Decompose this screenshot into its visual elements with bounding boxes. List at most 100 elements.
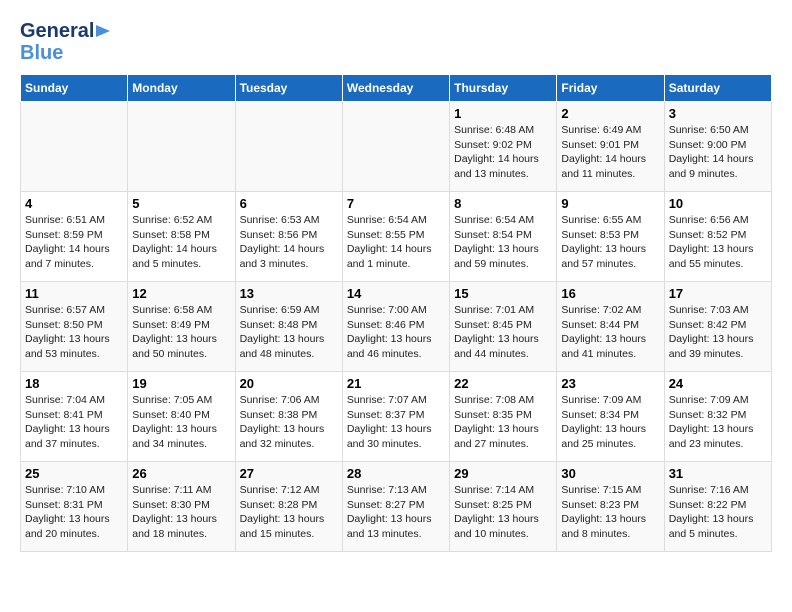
calendar-header: SundayMondayTuesdayWednesdayThursdayFrid… <box>21 75 772 102</box>
calendar-cell: 24Sunrise: 7:09 AM Sunset: 8:32 PM Dayli… <box>664 372 771 462</box>
day-number: 28 <box>347 466 445 481</box>
calendar-cell: 26 Sunrise: 7:11 AM Sunset: 8:30 PM Dayli… <box>128 462 235 552</box>
day-info: Sunrise: 6:55 AM Sunset: 8:53 PM Dayligh… <box>561 213 659 272</box>
day-info: Sunrise: 7:12 AM Sunset: 8:28 PM Dayligh… <box>240 483 338 542</box>
day-info: Sunrise: 6:53 AM Sunset: 8:56 PM Dayligh… <box>240 213 338 272</box>
page-header: General Blue <box>20 20 772 64</box>
day-number: 23 <box>561 376 659 391</box>
day-number: 20 <box>240 376 338 391</box>
header-day-thursday: Thursday <box>450 75 557 102</box>
logo-blue: Blue <box>20 42 116 64</box>
day-number: 26 <box>132 466 230 481</box>
day-number: 12 <box>132 286 230 301</box>
day-info: Sunrise: 6:49 AM Sunset: 9:01 PM Dayligh… <box>561 123 659 182</box>
day-number: 18 <box>25 376 123 391</box>
day-info: Sunrise: 7:02 AM Sunset: 8:44 PM Dayligh… <box>561 303 659 362</box>
day-number: 27 <box>240 466 338 481</box>
day-number: 6 <box>240 196 338 211</box>
calendar-cell: 6 Sunrise: 6:53 AM Sunset: 8:56 PM Daylig… <box>235 192 342 282</box>
day-number: 16 <box>561 286 659 301</box>
day-number: 9 <box>561 196 659 211</box>
calendar-cell: 3 Sunrise: 6:50 AM Sunset: 9:00 PM Daylig… <box>664 102 771 192</box>
calendar-week-4: 18 Sunrise: 7:04 AM Sunset: 8:41 PM Dayli… <box>21 372 772 462</box>
calendar-cell: 4 Sunrise: 6:51 AM Sunset: 8:59 PM Daylig… <box>21 192 128 282</box>
calendar-cell <box>128 102 235 192</box>
day-info: Sunrise: 7:15 AM Sunset: 8:23 PM Dayligh… <box>561 483 659 542</box>
day-info: Sunrise: 6:57 AM Sunset: 8:50 PM Dayligh… <box>25 303 123 362</box>
day-info: Sunrise: 6:59 AM Sunset: 8:48 PM Dayligh… <box>240 303 338 362</box>
day-info: Sunrise: 7:13 AM Sunset: 8:27 PM Dayligh… <box>347 483 445 542</box>
day-number: 15 <box>454 286 552 301</box>
day-info: Sunrise: 7:05 AM Sunset: 8:40 PM Dayligh… <box>132 393 230 452</box>
day-info: Sunrise: 7:00 AM Sunset: 8:46 PM Dayligh… <box>347 303 445 362</box>
calendar-cell: 29 Sunrise: 7:14 AM Sunset: 8:25 PM Dayli… <box>450 462 557 552</box>
day-info: Sunrise: 6:52 AM Sunset: 8:58 PM Dayligh… <box>132 213 230 272</box>
calendar-cell: 10Sunrise: 6:56 AM Sunset: 8:52 PM Dayli… <box>664 192 771 282</box>
day-info: Sunrise: 7:11 AM Sunset: 8:30 PM Dayligh… <box>132 483 230 542</box>
day-info: Sunrise: 7:04 AM Sunset: 8:41 PM Dayligh… <box>25 393 123 452</box>
calendar-week-1: 1 Sunrise: 6:48 AM Sunset: 9:02 PM Daylig… <box>21 102 772 192</box>
calendar-cell: 11 Sunrise: 6:57 AM Sunset: 8:50 PM Dayli… <box>21 282 128 372</box>
header-day-friday: Friday <box>557 75 664 102</box>
day-info: Sunrise: 7:09 AM Sunset: 8:32 PM Dayligh… <box>669 393 767 452</box>
day-number: 11 <box>25 286 123 301</box>
calendar-cell <box>235 102 342 192</box>
calendar-cell: 21 Sunrise: 7:07 AM Sunset: 8:37 PM Dayli… <box>342 372 449 462</box>
day-info: Sunrise: 7:09 AM Sunset: 8:34 PM Dayligh… <box>561 393 659 452</box>
calendar-cell <box>342 102 449 192</box>
day-info: Sunrise: 7:10 AM Sunset: 8:31 PM Dayligh… <box>25 483 123 542</box>
calendar-cell: 16 Sunrise: 7:02 AM Sunset: 8:44 PM Dayli… <box>557 282 664 372</box>
calendar-cell: 13Sunrise: 6:59 AM Sunset: 8:48 PM Dayli… <box>235 282 342 372</box>
day-info: Sunrise: 7:03 AM Sunset: 8:42 PM Dayligh… <box>669 303 767 362</box>
day-info: Sunrise: 6:54 AM Sunset: 8:54 PM Dayligh… <box>454 213 552 272</box>
calendar-cell: 1 Sunrise: 6:48 AM Sunset: 9:02 PM Daylig… <box>450 102 557 192</box>
day-info: Sunrise: 6:51 AM Sunset: 8:59 PM Dayligh… <box>25 213 123 272</box>
day-info: Sunrise: 6:48 AM Sunset: 9:02 PM Dayligh… <box>454 123 552 182</box>
calendar-cell: 28 Sunrise: 7:13 AM Sunset: 8:27 PM Dayli… <box>342 462 449 552</box>
calendar-cell: 9 Sunrise: 6:55 AM Sunset: 8:53 PM Daylig… <box>557 192 664 282</box>
day-number: 22 <box>454 376 552 391</box>
day-number: 31 <box>669 466 767 481</box>
calendar-cell: 15Sunrise: 7:01 AM Sunset: 8:45 PM Dayli… <box>450 282 557 372</box>
day-info: Sunrise: 6:56 AM Sunset: 8:52 PM Dayligh… <box>669 213 767 272</box>
header-day-tuesday: Tuesday <box>235 75 342 102</box>
day-number: 5 <box>132 196 230 211</box>
calendar-cell: 27 Sunrise: 7:12 AM Sunset: 8:28 PM Dayli… <box>235 462 342 552</box>
calendar-week-5: 25Sunrise: 7:10 AM Sunset: 8:31 PM Dayli… <box>21 462 772 552</box>
calendar-table: SundayMondayTuesdayWednesdayThursdayFrid… <box>20 74 772 552</box>
day-number: 7 <box>347 196 445 211</box>
calendar-cell: 2 Sunrise: 6:49 AM Sunset: 9:01 PM Daylig… <box>557 102 664 192</box>
calendar-cell: 22Sunrise: 7:08 AM Sunset: 8:35 PM Dayli… <box>450 372 557 462</box>
calendar-cell: 30 Sunrise: 7:15 AM Sunset: 8:23 PM Dayli… <box>557 462 664 552</box>
calendar-cell: 23 Sunrise: 7:09 AM Sunset: 8:34 PM Dayli… <box>557 372 664 462</box>
day-number: 14 <box>347 286 445 301</box>
day-info: Sunrise: 6:58 AM Sunset: 8:49 PM Dayligh… <box>132 303 230 362</box>
day-info: Sunrise: 7:07 AM Sunset: 8:37 PM Dayligh… <box>347 393 445 452</box>
day-number: 21 <box>347 376 445 391</box>
header-day-wednesday: Wednesday <box>342 75 449 102</box>
calendar-cell: 18 Sunrise: 7:04 AM Sunset: 8:41 PM Dayli… <box>21 372 128 462</box>
calendar-cell: 7Sunrise: 6:54 AM Sunset: 8:55 PM Daylig… <box>342 192 449 282</box>
day-number: 17 <box>669 286 767 301</box>
calendar-week-2: 4 Sunrise: 6:51 AM Sunset: 8:59 PM Daylig… <box>21 192 772 282</box>
calendar-cell: 12 Sunrise: 6:58 AM Sunset: 8:49 PM Dayli… <box>128 282 235 372</box>
day-info: Sunrise: 7:14 AM Sunset: 8:25 PM Dayligh… <box>454 483 552 542</box>
calendar-cell: 17 Sunrise: 7:03 AM Sunset: 8:42 PM Dayli… <box>664 282 771 372</box>
day-number: 29 <box>454 466 552 481</box>
day-number: 1 <box>454 106 552 121</box>
day-number: 4 <box>25 196 123 211</box>
header-day-saturday: Saturday <box>664 75 771 102</box>
day-info: Sunrise: 7:06 AM Sunset: 8:38 PM Dayligh… <box>240 393 338 452</box>
day-number: 19 <box>132 376 230 391</box>
day-number: 3 <box>669 106 767 121</box>
calendar-cell: 20 Sunrise: 7:06 AM Sunset: 8:38 PM Dayli… <box>235 372 342 462</box>
day-number: 2 <box>561 106 659 121</box>
calendar-cell: 31Sunrise: 7:16 AM Sunset: 8:22 PM Dayli… <box>664 462 771 552</box>
day-info: Sunrise: 6:50 AM Sunset: 9:00 PM Dayligh… <box>669 123 767 182</box>
calendar-cell: 5 Sunrise: 6:52 AM Sunset: 8:58 PM Daylig… <box>128 192 235 282</box>
calendar-body: 1 Sunrise: 6:48 AM Sunset: 9:02 PM Daylig… <box>21 102 772 552</box>
calendar-week-3: 11 Sunrise: 6:57 AM Sunset: 8:50 PM Dayli… <box>21 282 772 372</box>
calendar-cell: 14 Sunrise: 7:00 AM Sunset: 8:46 PM Dayli… <box>342 282 449 372</box>
header-row: SundayMondayTuesdayWednesdayThursdayFrid… <box>21 75 772 102</box>
day-number: 30 <box>561 466 659 481</box>
